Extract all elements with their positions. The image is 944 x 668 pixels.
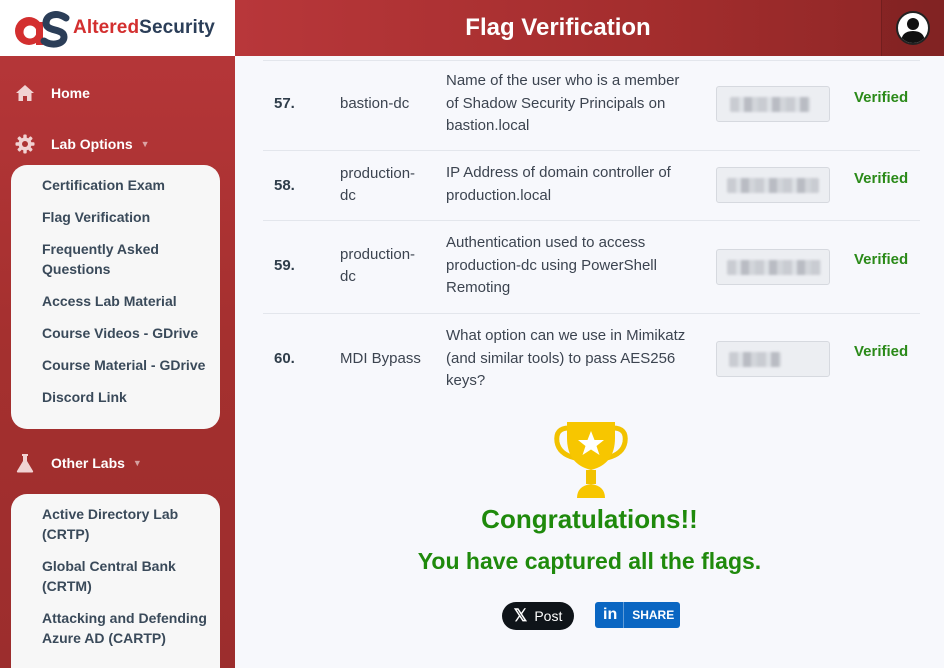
brand-name: AlteredSecurity	[73, 17, 215, 39]
sidebar-item-label: Other Labs	[51, 455, 125, 471]
submenu-item-access-lab-material[interactable]: Access Lab Material	[11, 291, 220, 311]
flag-host: bastion-dc	[340, 95, 410, 112]
flag-answer-field[interactable]	[716, 86, 830, 122]
divider	[623, 602, 625, 628]
user-avatar-icon[interactable]	[896, 11, 930, 45]
linkedin-share-button[interactable]: in SHARE	[595, 602, 680, 628]
x-post-button[interactable]: 𝕏 Post	[502, 602, 574, 630]
flag-host: MDI Bypass	[340, 350, 421, 367]
submenu-item-faq[interactable]: Frequently Asked Questions	[11, 239, 220, 279]
captured-message: You have captured all the flags.	[417, 548, 762, 574]
trophy-icon	[554, 422, 628, 498]
submenu-item-cartp[interactable]: Attacking and Defending Azure AD (CARTP)	[11, 608, 220, 648]
submenu-item-crtm[interactable]: Global Central Bank (CRTM)	[11, 556, 220, 596]
sidebar: AlteredSecurity Home Lab Options ▼ Certi…	[0, 0, 235, 668]
submenu-item-flag-verification[interactable]: Flag Verification	[11, 207, 220, 227]
gear-icon	[14, 133, 36, 155]
flag-row: 60. MDI Bypass What option can we use in…	[263, 314, 920, 404]
submenu-item-course-material[interactable]: Course Material - GDrive	[11, 355, 220, 375]
sidebar-item-label: Lab Options	[51, 136, 133, 152]
submenu-item-certification-exam[interactable]: Certification Exam	[11, 175, 220, 195]
home-icon	[14, 82, 36, 104]
flag-number: 57.	[274, 95, 295, 112]
page-title: Flag Verification	[465, 14, 651, 41]
congratulations-heading: Congratulations!!	[481, 504, 698, 534]
flag-row: 59. production-dc Authentication used to…	[263, 221, 920, 314]
brand-altered: Altered	[73, 17, 140, 38]
flag-number: 58.	[274, 177, 295, 194]
flag-number: 59.	[274, 257, 295, 274]
flag-row: 57. bastion-dc Name of the user who is a…	[263, 61, 920, 151]
sidebar-item-other-labs[interactable]: Other Labs ▼	[0, 445, 235, 481]
flag-question: Name of the user who is a member of Shad…	[446, 72, 680, 134]
flag-host: production-dc	[340, 246, 416, 285]
flag-host: production-dc	[340, 165, 416, 204]
submenu-item-crtp[interactable]: Active Directory Lab (CRTP)	[11, 504, 220, 544]
flag-number: 60.	[274, 350, 295, 367]
submenu-item-course-videos[interactable]: Course Videos - GDrive	[11, 323, 220, 343]
flag-answer-field[interactable]	[716, 249, 830, 285]
flag-row: 58. production-dc IP Address of domain c…	[263, 151, 920, 221]
altered-security-logo-icon	[15, 11, 70, 48]
submenu-item-discord-link[interactable]: Discord Link	[11, 387, 220, 407]
flag-status: Verified	[854, 251, 909, 268]
user-menu[interactable]	[881, 0, 944, 56]
other-labs-submenu: Active Directory Lab (CRTP) Global Centr…	[11, 494, 220, 668]
flag-status: Verified	[854, 170, 909, 187]
flag-question: Authentication used to access production…	[446, 234, 657, 296]
logo[interactable]: AlteredSecurity	[0, 0, 235, 56]
linkedin-share-label: SHARE	[632, 608, 675, 622]
flag-answer-field[interactable]	[716, 341, 830, 377]
flag-question: What option can we use in Mimikatz (and …	[446, 327, 686, 389]
x-post-label: Post	[534, 608, 563, 624]
flag-answer-field[interactable]	[716, 167, 830, 203]
main-content: 57. bastion-dc Name of the user who is a…	[235, 56, 944, 668]
x-logo-icon: 𝕏	[513, 606, 528, 625]
lab-options-submenu: Certification Exam Flag Verification Fre…	[11, 165, 220, 429]
flag-status: Verified	[854, 343, 909, 360]
sidebar-item-home[interactable]: Home	[0, 75, 235, 111]
chevron-down-icon: ▼	[132, 458, 142, 468]
sidebar-item-label: Home	[51, 85, 90, 101]
flag-status: Verified	[854, 89, 909, 106]
top-header: Flag Verification	[235, 0, 944, 56]
flask-icon	[14, 452, 36, 474]
linkedin-logo-icon: in	[603, 606, 618, 623]
sidebar-item-lab-options[interactable]: Lab Options ▼	[0, 126, 235, 162]
chevron-down-icon: ▼	[140, 139, 150, 149]
brand-security: Security	[139, 17, 215, 38]
flag-question: IP Address of domain controller of produ…	[446, 164, 671, 204]
